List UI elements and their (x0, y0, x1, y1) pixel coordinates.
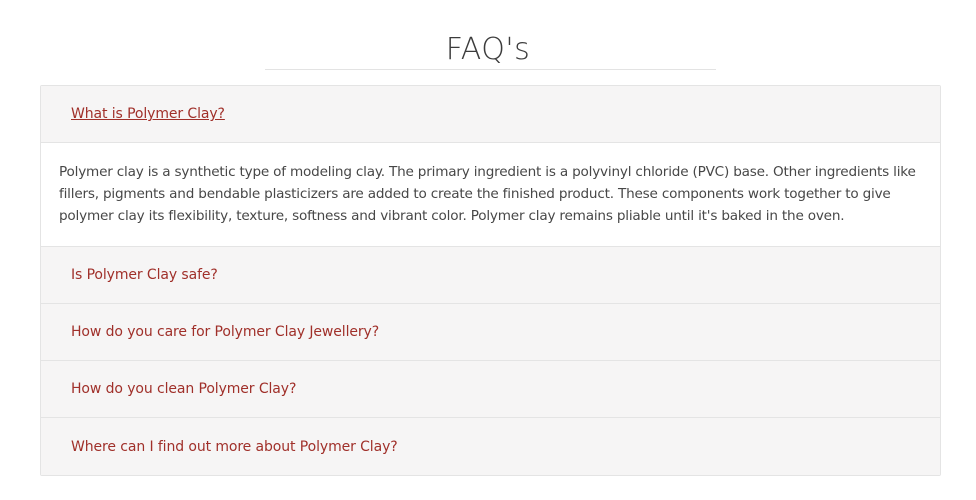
faq-question-label[interactable]: Where can I find out more about Polymer … (71, 439, 398, 455)
faq-question-is-polymer-clay-safe[interactable]: Is Polymer Clay safe? (41, 247, 940, 304)
faq-question-care-for-jewellery[interactable]: How do you care for Polymer Clay Jewelle… (41, 304, 940, 361)
faq-question-what-is-polymer-clay[interactable]: What is Polymer Clay? (41, 86, 940, 143)
faq-question-label[interactable]: How do you care for Polymer Clay Jewelle… (71, 324, 379, 340)
faq-answer-what-is-polymer-clay: Polymer clay is a synthetic type of mode… (41, 143, 940, 247)
page-title: FAQ's (445, 32, 531, 68)
faq-question-label[interactable]: How do you clean Polymer Clay? (71, 381, 296, 397)
faq-answer-text: Polymer clay is a synthetic type of mode… (59, 164, 916, 224)
faq-question-label[interactable]: Is Polymer Clay safe? (71, 267, 218, 283)
faq-question-find-out-more[interactable]: Where can I find out more about Polymer … (41, 418, 940, 475)
title-divider (265, 69, 716, 70)
faq-question-label[interactable]: What is Polymer Clay? (71, 106, 225, 122)
faq-question-clean-polymer-clay[interactable]: How do you clean Polymer Clay? (41, 361, 940, 418)
faq-accordion: What is Polymer Clay? Polymer clay is a … (40, 85, 941, 476)
